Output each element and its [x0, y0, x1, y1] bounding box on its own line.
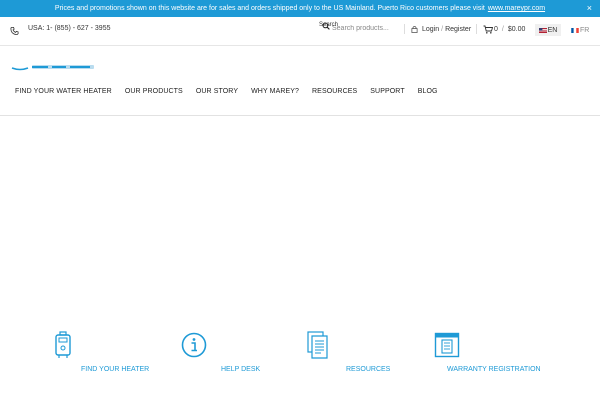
search-icon	[322, 22, 330, 30]
phone-number[interactable]: USA: 1- (855) - 627 - 3955	[28, 25, 111, 32]
search-input[interactable]	[332, 22, 398, 34]
close-icon[interactable]: ×	[587, 3, 592, 13]
nav-resources[interactable]: RESOURCES	[312, 88, 357, 95]
nav-find-your-water-heater[interactable]: FIND YOUR WATER HEATER	[15, 88, 112, 95]
promo-link[interactable]: www.mareypr.com	[488, 5, 545, 12]
top-utility-bar: USA: 1- (855) - 627 - 3955 Login / Regis…	[0, 17, 600, 46]
find-your-heater-link[interactable]: FIND YOUR HEATER	[81, 366, 149, 373]
cart-separator: /	[501, 26, 504, 33]
lock-icon	[411, 25, 418, 33]
login-separator: /	[441, 25, 444, 33]
fr-flag-icon	[571, 27, 579, 33]
warranty-certificate-icon[interactable]	[434, 332, 460, 358]
cart-count: 0	[494, 26, 498, 33]
language-en[interactable]: EN	[535, 24, 561, 36]
cart-icon	[483, 25, 493, 34]
us-flag-icon	[538, 27, 547, 33]
divider	[476, 24, 477, 34]
nav-blog[interactable]: BLOG	[418, 88, 438, 95]
register-link[interactable]: Register	[445, 26, 471, 33]
help-desk-link[interactable]: HELP DESK	[221, 366, 260, 373]
language-en-label: EN	[547, 26, 558, 34]
documents-icon[interactable]	[306, 331, 330, 359]
nav-why-marey[interactable]: WHY MAREY?	[251, 88, 299, 95]
language-fr-label: FR	[580, 26, 590, 34]
water-heater-icon[interactable]	[53, 331, 73, 359]
promo-text: Prices and promotions shown on this webs…	[54, 5, 485, 12]
divider	[404, 24, 405, 34]
language-fr[interactable]: FR	[571, 24, 589, 36]
marey-logo-icon	[11, 65, 94, 71]
nav-support[interactable]: SUPPORT	[370, 88, 404, 95]
warranty-registration-link[interactable]: WARRANTY REGISTRATION	[447, 366, 541, 373]
nav-our-products[interactable]: OUR PRODUCTS	[125, 88, 183, 95]
info-icon[interactable]	[181, 332, 207, 358]
logo[interactable]	[10, 46, 100, 72]
login-link[interactable]: Login	[422, 26, 439, 33]
cart-total: $0.00	[507, 26, 526, 33]
nav-divider	[0, 115, 600, 116]
phone-icon	[10, 26, 19, 36]
main-nav: FIND YOUR WATER HEATER OUR PRODUCTS OUR …	[15, 88, 451, 95]
login-register: Login / Register	[411, 25, 471, 33]
resources-link[interactable]: RESOURCES	[346, 366, 390, 373]
cart-button[interactable]: 0 / $0.00	[483, 25, 525, 34]
nav-our-story[interactable]: OUR STORY	[196, 88, 238, 95]
promo-bar: Prices and promotions shown on this webs…	[0, 0, 600, 17]
